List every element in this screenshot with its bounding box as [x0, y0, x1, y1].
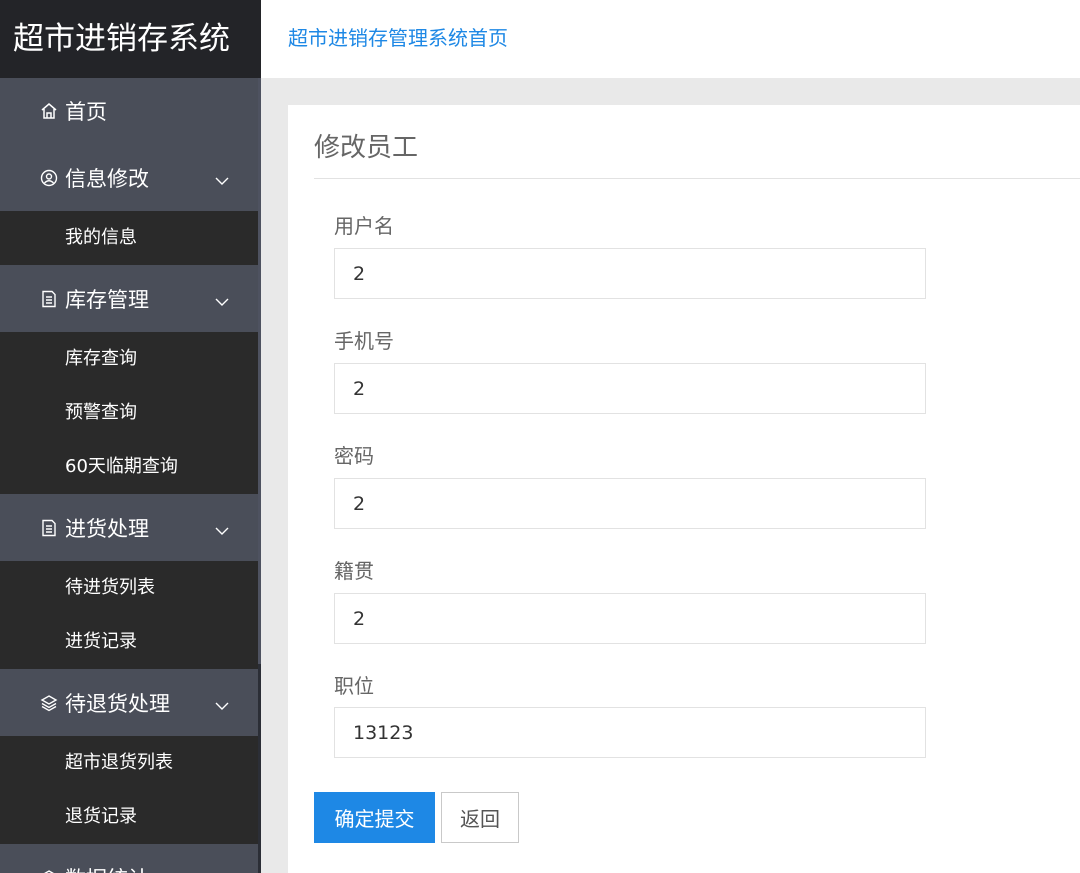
chevron-down-icon [214, 695, 230, 711]
document-icon [39, 518, 59, 538]
sidebar-item-my-info[interactable]: 我的信息 [0, 211, 258, 265]
sidebar-item-stock-query[interactable]: 库存查询 [0, 332, 258, 386]
submenu-purchase: 待进货列表 进货记录 [0, 561, 258, 669]
position-label: 职位 [334, 674, 374, 698]
chevron-down-icon [214, 520, 230, 536]
nav-item-stock[interactable]: 库存管理 [0, 265, 258, 332]
nav-item-info[interactable]: 信息修改 [0, 144, 258, 211]
chart-icon [39, 868, 59, 873]
password-label: 密码 [334, 444, 374, 468]
nav-item-purchase-label: 进货处理 [65, 516, 149, 541]
nav-item-info-label: 信息修改 [65, 166, 149, 191]
nav-item-purchase[interactable]: 进货处理 [0, 494, 258, 561]
submenu-returns: 超市退货列表 退货记录 [0, 736, 258, 844]
panel-title: 修改员工 [314, 133, 419, 163]
sidebar-item-expiry-query[interactable]: 60天临期查询 [0, 440, 258, 494]
phone-label: 手机号 [334, 329, 394, 353]
username-label: 用户名 [334, 214, 394, 238]
nav-item-returns[interactable]: 待退货处理 [0, 669, 258, 736]
hometown-field[interactable] [334, 593, 926, 644]
top-header: 超市进销存管理系统首页 [261, 0, 1080, 78]
nav-group-returns: 待退货处理 [0, 669, 258, 736]
sidebar-item-pending-purchase[interactable]: 待进货列表 [0, 561, 258, 615]
sidebar-item-return-list[interactable]: 超市退货列表 [0, 736, 258, 790]
layers-icon [39, 693, 59, 713]
sidebar-item-return-records[interactable]: 退货记录 [0, 790, 258, 844]
sidebar-item-purchase-records[interactable]: 进货记录 [0, 615, 258, 669]
hometown-label: 籍贯 [334, 559, 374, 583]
nav-item-home[interactable]: 首页 [0, 78, 258, 144]
sidebar: 超市进销存系统 首页 信息修改 我的信息 库存管理 库存查询 预警查询 60天临… [0, 0, 261, 873]
chevron-down-icon [214, 870, 230, 873]
app-logo: 超市进销存系统 [0, 0, 261, 78]
submenu-info: 我的信息 [0, 211, 258, 265]
sidebar-nav: 首页 信息修改 我的信息 库存管理 库存查询 预警查询 60天临期查询 进货处理… [0, 78, 258, 873]
nav-item-returns-label: 待退货处理 [65, 691, 170, 716]
chevron-down-icon [214, 291, 230, 307]
sidebar-item-warning-query[interactable]: 预警查询 [0, 386, 258, 440]
nav-group-purchase: 进货处理 [0, 494, 258, 561]
home-link[interactable]: 超市进销存管理系统首页 [288, 22, 508, 51]
sidebar-scrollbar-thumb[interactable] [258, 78, 261, 664]
nav-group-home: 首页 [0, 78, 258, 144]
nav-item-stock-label: 库存管理 [65, 287, 149, 312]
nav-item-stats[interactable]: 数据统计 [0, 844, 258, 873]
nav-item-home-label: 首页 [65, 100, 107, 124]
edit-employee-panel: 修改员工 用户名 手机号 密码 籍贯 职位 确定提交 返回 [288, 105, 1080, 873]
submit-button[interactable]: 确定提交 [314, 792, 435, 843]
phone-field[interactable] [334, 363, 926, 414]
user-circle-icon [39, 168, 59, 188]
title-divider [314, 178, 1080, 179]
nav-group-info: 信息修改 [0, 144, 258, 211]
username-field[interactable] [334, 248, 926, 299]
position-field[interactable] [334, 707, 926, 758]
nav-item-stats-label: 数据统计 [65, 863, 149, 873]
password-field[interactable] [334, 478, 926, 529]
nav-group-stats: 数据统计 [0, 844, 258, 873]
nav-group-stock: 库存管理 [0, 265, 258, 332]
document-icon [39, 289, 59, 309]
submenu-stock: 库存查询 预警查询 60天临期查询 [0, 332, 258, 494]
chevron-down-icon [214, 170, 230, 186]
home-icon [39, 101, 59, 121]
back-button[interactable]: 返回 [441, 792, 519, 843]
